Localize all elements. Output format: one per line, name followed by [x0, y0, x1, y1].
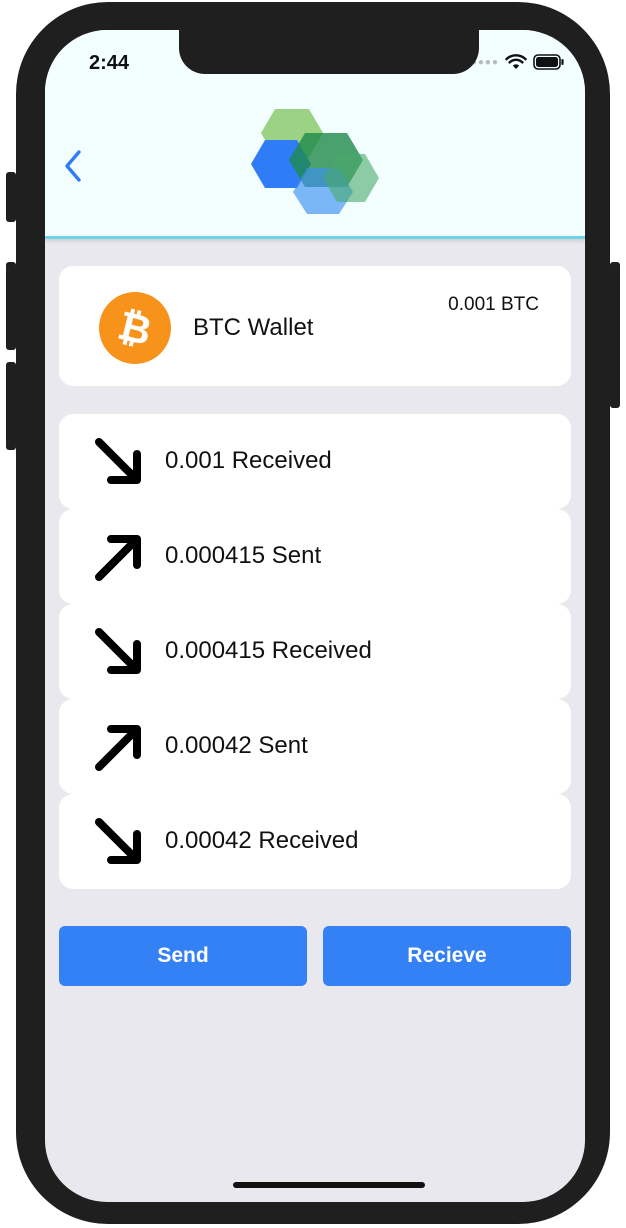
arrow-down-right-icon [95, 818, 141, 864]
phone-device: 2:44 ●●●● ₿ BTC Wallet 0.001 BTC 0.001 R… [6, 0, 620, 1228]
wifi-icon [505, 54, 527, 69]
transaction-item[interactable]: 0.001 Received [59, 414, 571, 509]
transaction-item[interactable]: 0.00042 Sent [59, 699, 571, 794]
arrow-down-right-icon [95, 628, 141, 674]
receive-button[interactable]: Recieve [323, 926, 571, 986]
bitcoin-icon: ₿ [99, 292, 171, 364]
wallet-balance: 0.001 BTC [448, 294, 539, 315]
power-button [610, 262, 620, 408]
screen: 2:44 ●●●● ₿ BTC Wallet 0.001 BTC 0.001 R… [45, 30, 585, 1202]
wallet-name: BTC Wallet [193, 314, 314, 341]
transaction-label: 0.000415 Sent [165, 542, 322, 569]
arrow-up-right-icon [95, 725, 141, 771]
transaction-label: 0.00042 Sent [165, 732, 308, 759]
transaction-label: 0.00042 Received [165, 827, 359, 854]
transaction-label: 0.000415 Received [165, 637, 372, 664]
home-indicator[interactable] [233, 1182, 425, 1188]
wallet-card[interactable]: ₿ BTC Wallet 0.001 BTC [59, 266, 571, 386]
transaction-label: 0.001 Received [165, 447, 332, 474]
back-button[interactable] [59, 148, 89, 184]
notch [179, 30, 479, 74]
transaction-item[interactable]: 0.00042 Received [59, 794, 571, 889]
arrow-down-right-icon [95, 438, 141, 484]
send-button[interactable]: Send [59, 926, 307, 986]
volume-down-button [6, 362, 16, 450]
phone-frame: 2:44 ●●●● ₿ BTC Wallet 0.001 BTC 0.001 R… [16, 2, 610, 1224]
action-buttons: Send Recieve [59, 926, 571, 986]
battery-icon [533, 54, 564, 70]
status-icons: ●●●● [471, 54, 565, 70]
mute-switch [6, 172, 16, 222]
chevron-left-icon [65, 150, 81, 182]
arrow-up-right-icon [95, 535, 141, 581]
transaction-item[interactable]: 0.000415 Sent [59, 509, 571, 604]
transaction-list: 0.001 Received 0.000415 Sent 0.000415 Re… [59, 414, 571, 889]
hexagon-logo [251, 109, 379, 214]
transaction-item[interactable]: 0.000415 Received [59, 604, 571, 699]
status-time: 2:44 [89, 52, 130, 74]
volume-up-button [6, 262, 16, 350]
